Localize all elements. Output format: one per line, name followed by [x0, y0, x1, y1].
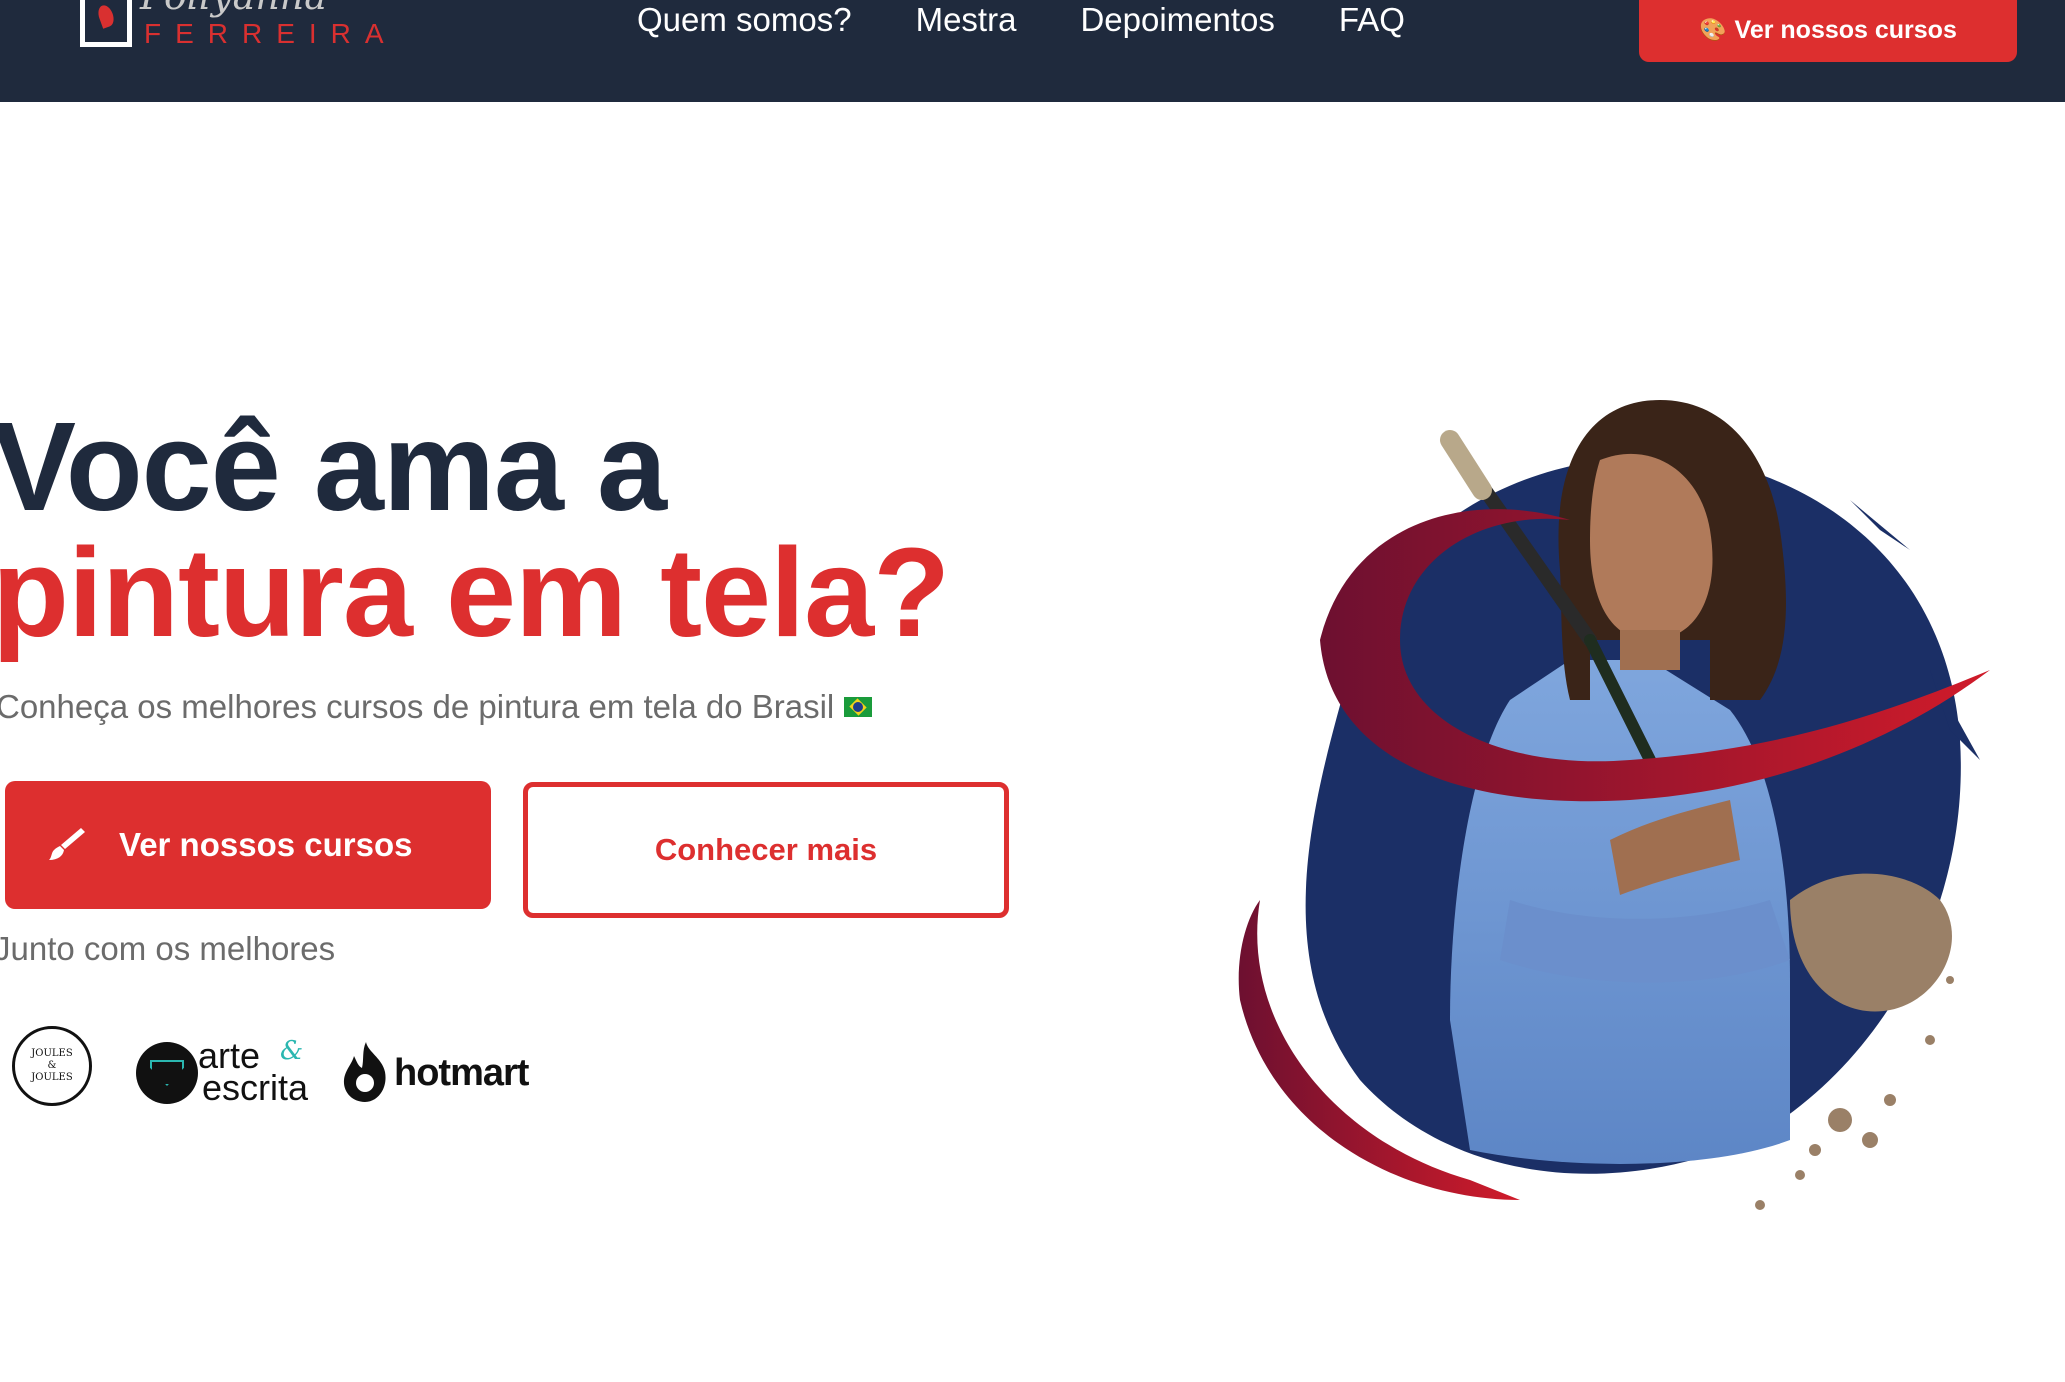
- palette-icon: 🎨: [1699, 17, 1727, 42]
- nav-link-depoimentos[interactable]: Depoimentos: [1080, 0, 1274, 40]
- view-courses-button[interactable]: Ver nossos cursos: [5, 781, 491, 909]
- learn-more-button[interactable]: Conhecer mais: [523, 782, 1009, 918]
- hotmart-flame-icon: [343, 1042, 386, 1102]
- brazil-flag-icon: [844, 697, 873, 718]
- view-courses-label: Ver nossos cursos: [119, 826, 413, 863]
- partners-title: Junto com os melhores: [0, 930, 336, 967]
- partner-logo-arte-escrita: arte & escrita: [136, 1036, 312, 1108]
- hero-subtitle-text: Conheça os melhores cursos de pintura em…: [0, 688, 835, 725]
- hero-headline-line2: pintura em tela?: [0, 522, 950, 663]
- site-logo[interactable]: Pollyanna FERREIRA: [78, 0, 384, 50]
- main-nav: Quem somos? Mestra Depoimentos FAQ: [637, 0, 1469, 40]
- header-courses-label: Ver nossos cursos: [1734, 15, 1957, 44]
- partner-logo-hotmart: hotmart: [342, 1040, 529, 1106]
- nav-link-faq[interactable]: FAQ: [1339, 0, 1405, 40]
- hero-subtitle: Conheça os melhores cursos de pintura em…: [0, 688, 873, 726]
- joules-top-text: JOULES: [31, 1048, 73, 1059]
- hero-painter-image: [1238, 400, 1990, 1210]
- hotmart-text: hotmart: [394, 1051, 529, 1094]
- nav-link-mestra[interactable]: Mestra: [916, 0, 1017, 40]
- diamond-icon: [136, 1042, 198, 1104]
- logo-script-text: Pollyanna: [140, 0, 327, 18]
- escrita-text: escrita: [202, 1067, 309, 1108]
- hero-headline-line1: Você ama a: [0, 396, 667, 537]
- joules-bottom-text: JOULES: [31, 1072, 73, 1083]
- partner-logo-joules: JOULES & JOULES: [12, 1026, 92, 1106]
- header-courses-button[interactable]: 🎨 Ver nossos cursos: [1639, 0, 2017, 62]
- logo-frame-icon: [80, 0, 132, 47]
- nav-link-quem-somos[interactable]: Quem somos?: [637, 0, 852, 40]
- logo-caps-text: FERREIRA: [144, 18, 398, 49]
- paintbrush-icon: [49, 828, 85, 860]
- joules-amp-text: &: [47, 1060, 57, 1071]
- top-navbar: Pollyanna FERREIRA Quem somos? Mestra De…: [0, 0, 2065, 102]
- arte-amp-text: &: [280, 1036, 304, 1066]
- learn-more-label: Conhecer mais: [654, 832, 878, 867]
